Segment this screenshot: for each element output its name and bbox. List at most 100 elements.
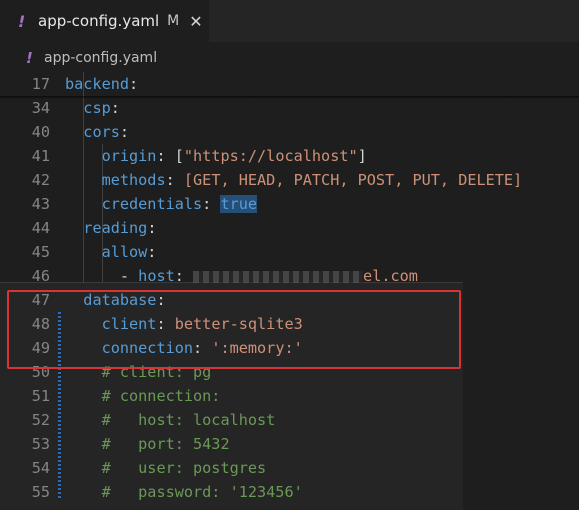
code-line[interactable]: 17 backend: xyxy=(0,72,579,96)
line-number: 44 xyxy=(31,219,50,237)
line-number: 34 xyxy=(31,99,50,117)
code-text: backend: xyxy=(65,75,138,93)
code-text: cors: xyxy=(65,123,129,141)
line-number: 42 xyxy=(31,171,50,189)
yaml-token: : xyxy=(193,339,212,357)
line-number: 17 xyxy=(31,75,50,93)
yaml-token: ] xyxy=(357,147,367,165)
yaml-token: : xyxy=(202,195,221,213)
code-text: csp: xyxy=(65,99,120,117)
line-number: 50 xyxy=(31,363,50,381)
line-number: 53 xyxy=(31,435,50,453)
code-line[interactable]: 51 # connection: xyxy=(0,384,579,408)
code-line[interactable]: 54 # user: postgres xyxy=(0,456,579,480)
yaml-token: - xyxy=(119,267,139,285)
line-number: 48 xyxy=(31,315,50,333)
yaml-key: credentials xyxy=(101,195,203,213)
redacted-text xyxy=(193,270,364,283)
yaml-key: methods xyxy=(101,171,166,189)
yaml-key: connection xyxy=(101,339,194,357)
code-line[interactable]: 47 database: xyxy=(0,288,579,312)
yaml-value: better-sqlite3 xyxy=(174,315,303,333)
yaml-key: database xyxy=(83,291,157,309)
code-text: origin: ["https://localhost"] xyxy=(65,147,367,165)
yaml-value: ':memory:' xyxy=(211,339,303,357)
line-number: 40 xyxy=(31,123,50,141)
yaml-token: : xyxy=(147,219,157,237)
code-line[interactable]: 49 connection: ':memory:' xyxy=(0,336,579,360)
close-icon[interactable]: ✕ xyxy=(189,12,202,31)
code-line[interactable]: 52 # host: localhost xyxy=(0,408,579,432)
sticky-scroll-shadow xyxy=(0,96,579,99)
line-number: 47 xyxy=(31,291,50,309)
code-text: credentials: true xyxy=(65,195,258,213)
code-line[interactable]: 42 methods: [GET, HEAD, PATCH, POST, PUT… xyxy=(0,168,579,192)
line-number: 51 xyxy=(31,387,50,405)
yaml-token: : xyxy=(119,123,130,141)
code-line[interactable]: 46 - host: el.com xyxy=(0,264,579,288)
code-text: # connection: xyxy=(65,387,221,405)
code-line[interactable]: 55 # password: '123456' xyxy=(0,480,579,504)
code-line[interactable]: 50 # client: pg xyxy=(0,360,579,384)
yaml-file-icon: ! xyxy=(18,11,26,31)
yaml-key: backend xyxy=(65,75,130,93)
line-number: 52 xyxy=(31,411,50,429)
code-text: # port: 5432 xyxy=(65,435,230,453)
yaml-comment: # client: pg xyxy=(101,363,212,381)
yaml-key: client xyxy=(101,315,157,333)
yaml-comment: # user: postgres xyxy=(101,459,267,477)
code-text: database: xyxy=(65,291,166,309)
modified-indicator: M xyxy=(167,13,180,29)
yaml-value: el.com xyxy=(363,267,418,285)
line-number: 46 xyxy=(31,267,50,285)
code-line[interactable]: 41 origin: ["https://localhost"] xyxy=(0,144,579,168)
line-number: 41 xyxy=(31,147,50,165)
yaml-token: : xyxy=(156,291,166,309)
code-line[interactable]: 34 csp: xyxy=(0,96,579,120)
code-text: # user: postgres xyxy=(65,459,267,477)
code-text: connection: ':memory:' xyxy=(65,339,303,357)
yaml-key: csp xyxy=(83,99,111,117)
code-text: allow: xyxy=(65,243,157,261)
yaml-token: : [ xyxy=(156,147,184,165)
code-line[interactable]: 48 client: better-sqlite3 xyxy=(0,312,579,336)
code-text: - host: el.com xyxy=(65,267,418,285)
code-line[interactable]: 53 # port: 5432 xyxy=(0,432,579,456)
yaml-comment: # port: 5432 xyxy=(101,435,230,453)
yaml-key: host xyxy=(138,267,175,285)
line-number: 43 xyxy=(31,195,50,213)
line-number: 45 xyxy=(31,243,50,261)
code-line[interactable]: 45 allow: xyxy=(0,240,579,264)
code-line[interactable]: 44 reading: xyxy=(0,216,579,240)
tab-title: app-config.yaml xyxy=(38,12,160,30)
code-editor[interactable]: 17 backend: 34 csp: 40 cors: 41 origin: ["ht… xyxy=(0,70,579,510)
code-text: # client: pg xyxy=(65,363,212,381)
yaml-token: : xyxy=(110,99,120,117)
tab-bar: ! app-config.yaml M ✕ xyxy=(0,0,579,42)
line-number: 55 xyxy=(31,483,50,501)
yaml-token: : xyxy=(165,171,184,189)
line-number: 54 xyxy=(31,459,50,477)
yaml-token: : xyxy=(147,243,157,261)
yaml-comment: # connection: xyxy=(101,387,221,405)
yaml-token: true xyxy=(220,195,258,213)
code-text: # host: localhost xyxy=(65,411,276,429)
code-line[interactable]: 40 cors: xyxy=(0,120,579,144)
yaml-key: origin xyxy=(101,147,157,165)
code-text: methods: [GET, HEAD, PATCH, POST, PUT, D… xyxy=(65,171,523,189)
yaml-value: [GET, HEAD, PATCH, POST, PUT, DELETE] xyxy=(183,171,523,189)
tab-app-config-yaml[interactable]: ! app-config.yaml M ✕ xyxy=(0,0,209,42)
breadcrumb-file[interactable]: app-config.yaml xyxy=(44,50,157,66)
yaml-key: cors xyxy=(83,123,120,141)
breadcrumb[interactable]: ! app-config.yaml xyxy=(0,46,579,70)
yaml-comment: # host: localhost xyxy=(101,411,276,429)
code-text: # password: '123456' xyxy=(65,483,303,501)
yaml-value: "https://localhost" xyxy=(183,147,358,165)
yaml-key: allow xyxy=(101,243,148,261)
yaml-file-icon: ! xyxy=(26,49,33,67)
yaml-token: : xyxy=(174,267,194,285)
yaml-comment: # password: '123456' xyxy=(101,483,303,501)
yaml-token: : xyxy=(156,315,175,333)
yaml-token: : xyxy=(129,75,139,93)
code-line[interactable]: 43 credentials: true xyxy=(0,192,579,216)
